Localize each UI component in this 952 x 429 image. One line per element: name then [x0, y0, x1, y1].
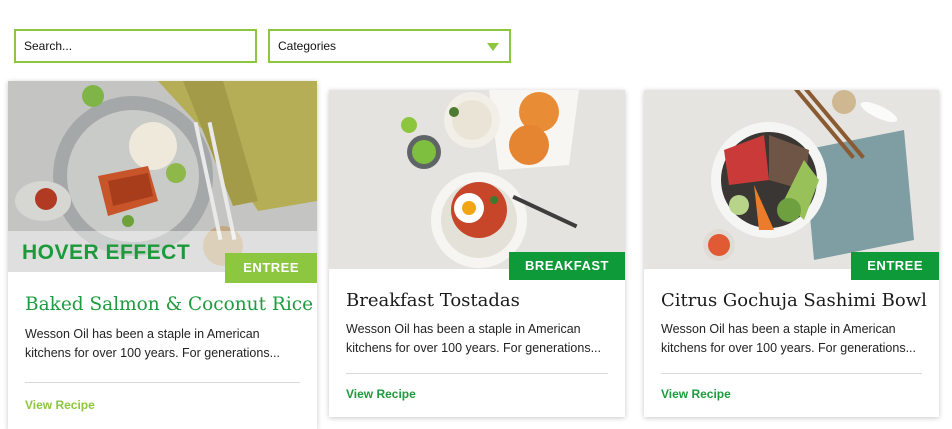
view-recipe-link[interactable]: View Recipe: [25, 398, 95, 412]
category-badge: BREAKFAST: [509, 252, 625, 280]
category-badge: ENTREE: [225, 253, 317, 283]
view-recipe-link[interactable]: View Recipe: [346, 387, 416, 401]
category-badge: ENTREE: [851, 252, 939, 280]
categories-select-value: Categories: [278, 39, 337, 53]
recipe-title[interactable]: Baked Salmon & Coconut Rice: [25, 294, 313, 315]
categories-select[interactable]: Categories: [268, 29, 511, 63]
recipe-card-citrus-sashimi[interactable]: ENTREE Citrus Gochuja Sashimi Bowl Wesso…: [644, 90, 939, 417]
recipe-card-breakfast-tostadas[interactable]: BREAKFAST Breakfast Tostadas Wesson Oil …: [329, 90, 625, 417]
recipe-title[interactable]: Breakfast Tostadas: [346, 290, 520, 311]
recipe-image-sashimi[interactable]: [644, 90, 939, 269]
recipe-description: Wesson Oil has been a staple in American…: [346, 322, 601, 355]
recipe-title[interactable]: Citrus Gochuja Sashimi Bowl: [661, 290, 927, 311]
chevron-down-icon: [487, 43, 499, 51]
recipe-image-tostadas[interactable]: [329, 90, 625, 269]
search-input[interactable]: [14, 29, 257, 63]
hover-effect-label: HOVER EFFECT: [22, 241, 191, 264]
card-divider: [661, 373, 922, 374]
card-divider: [346, 373, 608, 374]
card-divider: [25, 382, 300, 383]
recipe-card-baked-salmon[interactable]: HOVER EFFECT ENTREE Baked Salmon & Cocon…: [8, 81, 317, 429]
tostadas-photo: [329, 90, 625, 269]
sashimi-bowl-photo: [644, 90, 939, 269]
recipe-description: Wesson Oil has been a staple in American…: [25, 327, 280, 360]
view-recipe-link[interactable]: View Recipe: [661, 387, 731, 401]
recipe-description: Wesson Oil has been a staple in American…: [661, 322, 916, 355]
